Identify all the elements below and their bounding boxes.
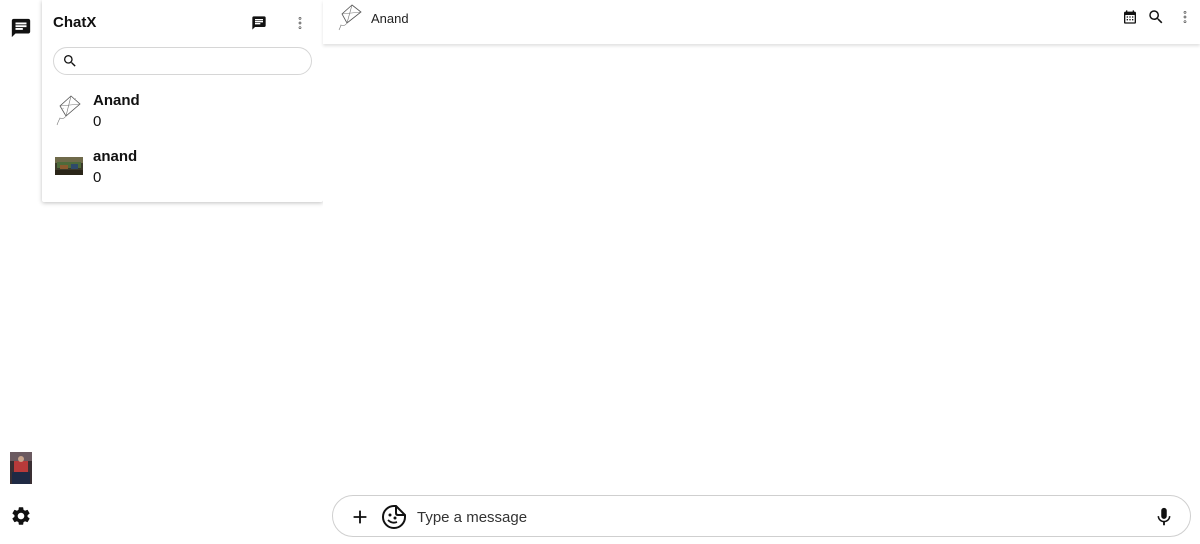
chat-item-count: 0 [93,169,102,186]
chat-header: Anand [323,0,1200,44]
search-box[interactable] [53,47,312,75]
microphone-button[interactable] [1153,505,1175,529]
chat-list-item[interactable]: Anand 0 [42,84,323,140]
add-attachment-button[interactable] [349,506,371,528]
contact-name: Anand [371,11,409,26]
calendar-icon [1124,10,1136,24]
landscape-photo-avatar [55,150,83,182]
microphone-icon [1157,507,1171,526]
message-icon [252,16,266,30]
kite-sketch-avatar [55,94,83,126]
user-avatar[interactable] [10,452,32,484]
more-vert-icon [298,17,302,29]
chat-icon[interactable] [10,17,32,39]
plus-icon [353,510,367,524]
settings-gear-icon[interactable] [10,505,32,527]
more-vert-icon [1183,11,1187,23]
search-button[interactable] [1147,8,1165,26]
sidebar-menu-button[interactable] [290,13,310,33]
chat-list-item[interactable]: anand 0 [42,140,323,196]
chat-item-name: Anand [93,92,140,109]
app-title: ChatX [53,14,97,31]
message-composer [332,495,1191,537]
search-input[interactable] [84,51,304,71]
kite-sketch-avatar[interactable] [338,3,364,31]
sticker-icon [382,505,406,529]
calendar-button[interactable] [1121,8,1139,26]
sticker-button[interactable] [381,504,407,530]
new-chat-button[interactable] [249,13,269,33]
sidebar: ChatX Anand 0 anand 0 [42,0,323,544]
chat-item-count: 0 [93,113,102,130]
search-icon [1149,10,1163,24]
message-input[interactable] [417,506,1117,528]
chat-main: Anand [323,0,1200,544]
chat-menu-button[interactable] [1176,8,1194,26]
chat-item-name: anand [93,148,138,165]
chat-list-panel: ChatX Anand 0 anand 0 [42,0,323,202]
search-icon [64,55,76,67]
nav-rail [0,0,42,544]
